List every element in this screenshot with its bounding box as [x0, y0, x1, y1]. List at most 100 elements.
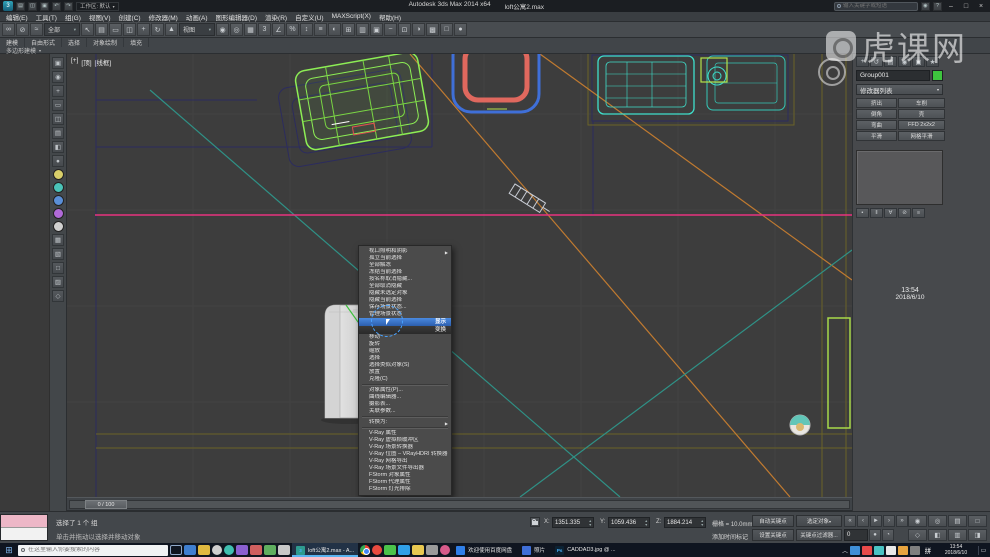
quad-menu-item[interactable]: 按名称取消隐藏...	[359, 276, 451, 283]
modifier-button-1-0[interactable]: 倒角	[856, 109, 897, 119]
select-and-link-icon[interactable]: ∞	[2, 23, 15, 36]
remove-modifier-icon[interactable]: ⊘	[898, 208, 911, 218]
left-tool-icon-10[interactable]	[52, 182, 64, 193]
quad-menu-item[interactable]: 克隆(C)	[359, 376, 451, 383]
select-and-rotate-icon[interactable]: ↻	[151, 23, 164, 36]
angle-snap-icon[interactable]: ∠	[272, 23, 285, 36]
redo-icon[interactable]: ↷	[64, 1, 73, 11]
display-tab-icon[interactable]: ▣	[912, 56, 925, 67]
left-tool-icon-5[interactable]: ◫	[52, 113, 64, 125]
save-file-icon[interactable]: ▣	[40, 1, 49, 11]
zoom-region-icon[interactable]: □	[968, 515, 987, 527]
percent-snap-icon[interactable]: %	[286, 23, 299, 36]
go-to-start-button[interactable]: «	[844, 515, 856, 527]
selection-set-dropdown[interactable]: 选定对象 ▾	[796, 515, 842, 527]
hierarchy-tab-icon[interactable]: ▤	[884, 56, 897, 67]
motion-tab-icon[interactable]: ◉	[898, 56, 911, 67]
taskbar-app-icon-11[interactable]	[398, 545, 411, 555]
close-button[interactable]: ×	[975, 1, 987, 12]
auto-key-button[interactable]: 自动关键点	[752, 515, 794, 527]
infocenter-search-input[interactable]	[842, 3, 915, 9]
quad-menu-item[interactable]: 视口照明和阴影 ▶	[359, 248, 451, 255]
minimize-button[interactable]: –	[945, 1, 957, 12]
modifier-button-2-0[interactable]: 弯曲	[856, 120, 897, 130]
app-menu-button[interactable]: 3	[3, 1, 13, 11]
taskbar-app-icon-10[interactable]	[384, 545, 397, 555]
material-editor-icon[interactable]: ◑	[412, 23, 425, 36]
ribbon-tab-3[interactable]: 对象绘制	[87, 37, 125, 47]
align-icon[interactable]: ⊞	[342, 23, 355, 36]
quad-menu-item[interactable]: V-Ray 场景转换器	[359, 444, 451, 451]
taskbar-app-icon-2[interactable]	[198, 545, 210, 555]
left-tool-icon-11[interactable]	[52, 195, 64, 206]
select-and-manipulate-icon[interactable]: ◎	[230, 23, 243, 36]
quad-menu-item[interactable]: 保存场景状态...	[359, 304, 451, 311]
graphite-ribbon-icon[interactable]: ▣	[370, 23, 383, 36]
taskbar-search-input[interactable]	[28, 547, 165, 553]
selection-lock-icon[interactable]	[530, 517, 540, 527]
modifier-button-1-1[interactable]: 壳	[898, 109, 945, 119]
unlink-selection-icon[interactable]: ⊘	[16, 23, 29, 36]
curve-editor-icon[interactable]: ~	[384, 23, 397, 36]
zoom-extents-icon[interactable]: ▤	[948, 515, 967, 527]
left-tool-icon-3[interactable]: +	[52, 85, 64, 97]
taskbar-app-icon-1[interactable]	[184, 545, 196, 555]
time-slider[interactable]: 0 / 100	[67, 497, 852, 511]
taskbar-window-2[interactable]: 照片	[518, 543, 549, 557]
quad-menu-item[interactable]: FStorm 代理属性	[359, 479, 451, 486]
quad-menu-item[interactable]: 选择	[359, 355, 451, 362]
rectangular-region-icon[interactable]: ▭	[109, 23, 122, 36]
left-tool-icon-1[interactable]: ▣	[52, 57, 64, 69]
quad-menu-item[interactable]: V-Ray 位图 – VRayHDRI 转换器	[359, 451, 451, 458]
left-tool-icon-16[interactable]: □	[52, 262, 64, 274]
tray-icon-4[interactable]	[886, 545, 896, 555]
play-button[interactable]: ►	[870, 515, 882, 527]
menu-item-6[interactable]: 动画(A)	[182, 12, 212, 22]
quad-menu-item[interactable]: FStorm 灯光排除	[359, 486, 451, 493]
quad-menu-item[interactable]: 隐藏当前选择	[359, 297, 451, 304]
quad-menu-item[interactable]: 缩放	[359, 348, 451, 355]
taskbar-window-1[interactable]: 欢迎使用百度网盘	[452, 543, 516, 557]
key-filters-button[interactable]: 关键点过滤器...	[796, 529, 842, 541]
viewport-top[interactable]: [+] [顶] [线框] 视口照明和阴影 ▶ 孤立当前选择 全部解冻 冻结当前选择 按名称…	[67, 54, 852, 497]
use-pivot-center-icon[interactable]: ◉	[216, 23, 229, 36]
viewport-shading-label[interactable]: [线框]	[95, 57, 112, 67]
x-coordinate-field[interactable]: 1351.335 ▲ ▼	[552, 517, 594, 528]
infocenter-search[interactable]	[833, 1, 918, 11]
modifier-button-3-0[interactable]: 平滑	[856, 131, 897, 141]
maxscript-macro-line[interactable]	[1, 515, 47, 528]
modifier-button-0-0[interactable]: 挤出	[856, 98, 897, 108]
quad-menu-item[interactable]: 选择类似对象(S)	[359, 362, 451, 369]
pan-view-icon[interactable]: ◧	[928, 529, 947, 541]
left-tool-icon-13[interactable]	[52, 221, 64, 232]
ribbon-tab-2[interactable]: 选择	[62, 37, 88, 47]
quad-menu-item[interactable]: 转换为: ▶	[359, 419, 451, 426]
field-of-view-icon[interactable]: ◇	[908, 529, 927, 541]
tray-icon-1[interactable]	[850, 545, 860, 555]
taskbar-window-0[interactable]: 3 loft公寓2.max - A...	[292, 543, 359, 557]
quad-menu-item[interactable]: 放置	[359, 369, 451, 376]
rendered-frame-icon[interactable]: □	[440, 23, 453, 36]
taskbar-app-icon-12[interactable]	[412, 545, 425, 555]
quad-menu-item[interactable]: 冻结当前选择	[359, 269, 451, 276]
ribbon-panel-label[interactable]: 多边形建模 ▾	[0, 46, 990, 55]
modifier-list-dropdown[interactable]: 修改器列表 ▾	[856, 84, 943, 95]
open-file-icon[interactable]: ◫	[28, 1, 37, 11]
z-coordinate-field[interactable]: 1884.214 ▲ ▼	[664, 517, 706, 528]
taskbar-app-icon-4[interactable]	[224, 545, 234, 555]
help-icon[interactable]: ?	[932, 1, 942, 11]
left-tool-icon-4[interactable]: ▭	[52, 99, 64, 111]
maxscript-mini-listener[interactable]	[0, 514, 48, 541]
menu-item-7[interactable]: 图形编辑器(D)	[212, 12, 262, 22]
quad-menu-item[interactable]: 摄影表...	[359, 401, 451, 408]
new-scene-icon[interactable]: ▤	[16, 1, 25, 11]
menu-item-9[interactable]: 自定义(U)	[291, 12, 328, 22]
menu-item-10[interactable]: MAXScript(X)	[328, 13, 375, 20]
left-tool-icon-15[interactable]: ▧	[52, 248, 64, 260]
taskbar-app-icon-3[interactable]	[212, 545, 222, 555]
quad-menu-item[interactable]: V-Ray 网格导出	[359, 458, 451, 465]
zoom-icon[interactable]: ◉	[908, 515, 927, 527]
object-name-field[interactable]: Group001	[856, 70, 930, 81]
render-setup-icon[interactable]: ▩	[426, 23, 439, 36]
orbit-icon[interactable]: ▥	[948, 529, 967, 541]
